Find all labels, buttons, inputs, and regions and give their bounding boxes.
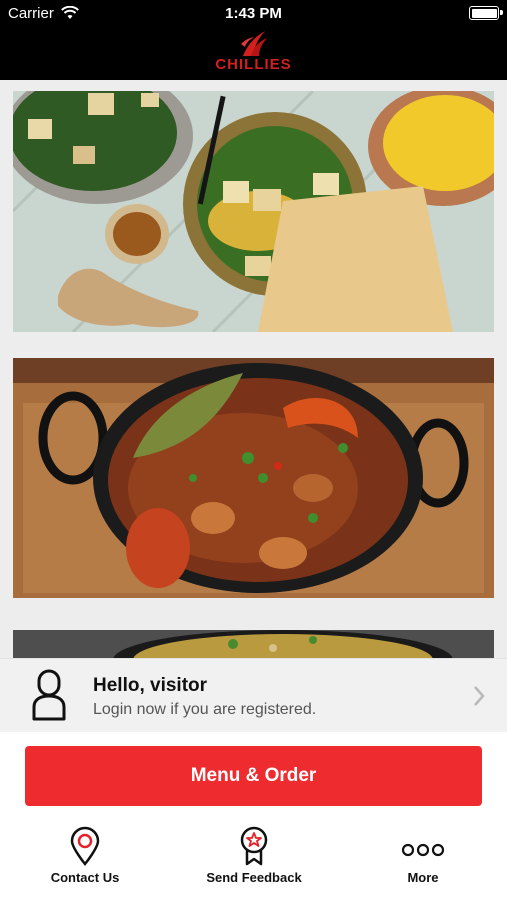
bottom-tab-bar: Contact Us Send Feedback More bbox=[0, 822, 507, 900]
curry-balti-photo[interactable] bbox=[13, 358, 494, 598]
status-bar: Carrier 1:43 PM bbox=[0, 0, 507, 28]
tab-contact-us[interactable]: Contact Us bbox=[40, 826, 130, 885]
greeting-text: Hello, visitor bbox=[93, 675, 208, 696]
tab-feedback-label: Send Feedback bbox=[206, 870, 302, 885]
tab-more[interactable]: More bbox=[395, 826, 451, 885]
chevron-right-icon bbox=[474, 686, 485, 706]
tab-contact-label: Contact Us bbox=[50, 870, 120, 885]
brand-name: CHILLIES bbox=[215, 56, 292, 73]
paneer-dish-photo[interactable] bbox=[13, 91, 494, 332]
more-dots-icon bbox=[401, 843, 445, 857]
chilli-flame-icon bbox=[240, 31, 267, 56]
clock: 1:43 PM bbox=[225, 5, 282, 22]
login-subtitle: Login now if you are registered. bbox=[93, 701, 317, 718]
feedback-badge-icon bbox=[240, 826, 268, 866]
top-header: Carrier 1:43 PM CHILLIES bbox=[0, 0, 507, 80]
tab-send-feedback[interactable]: Send Feedback bbox=[200, 826, 308, 885]
partial-dish-photo[interactable] bbox=[13, 630, 494, 658]
map-pin-icon bbox=[70, 826, 100, 866]
login-prompt[interactable]: Hello, visitor Login now if you are regi… bbox=[0, 658, 507, 732]
partial-dish-image bbox=[13, 630, 494, 658]
curry-balti-image bbox=[13, 358, 494, 598]
tab-more-label: More bbox=[407, 870, 439, 885]
battery-icon bbox=[469, 6, 503, 20]
paneer-dish-image bbox=[13, 91, 494, 332]
brand-logo: CHILLIES bbox=[0, 28, 507, 80]
menu-order-button[interactable]: Menu & Order bbox=[25, 746, 482, 806]
user-icon bbox=[32, 669, 66, 721]
action-area: Menu & Order bbox=[0, 732, 507, 822]
